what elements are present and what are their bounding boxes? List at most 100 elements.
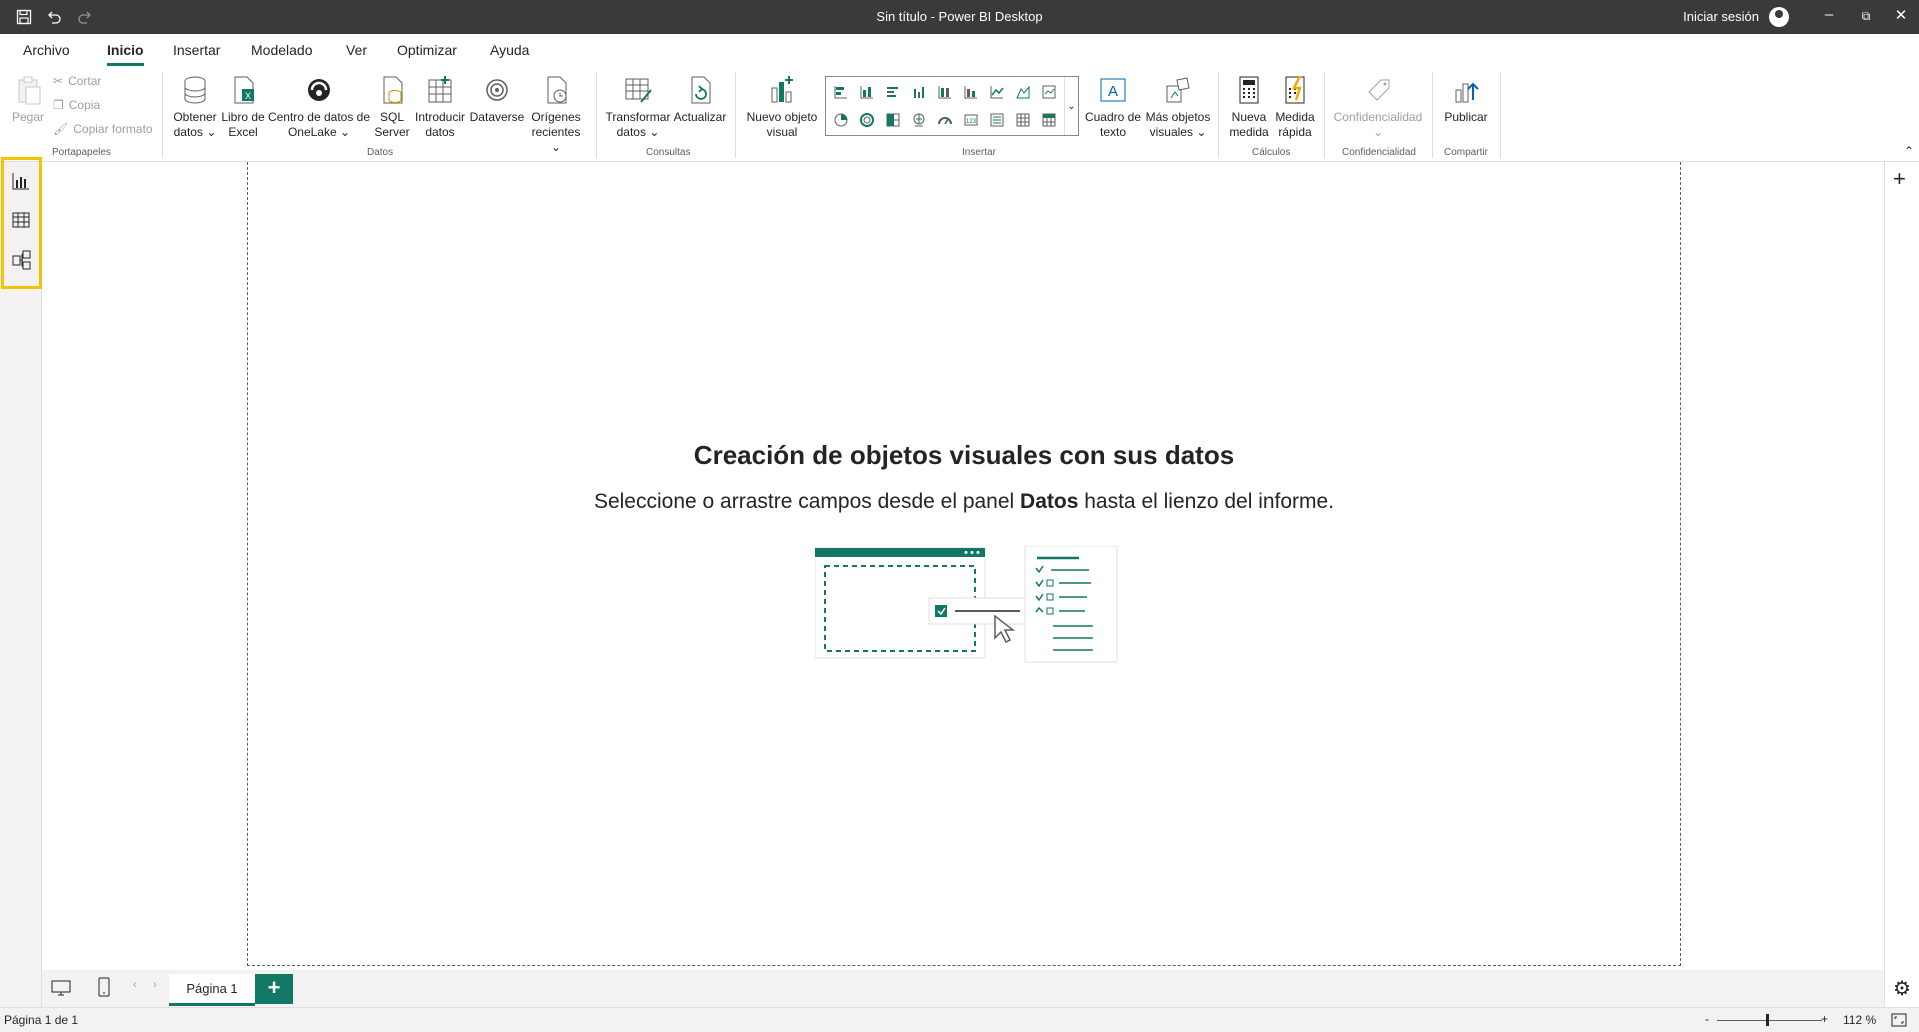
next-page-icon[interactable]: › bbox=[153, 979, 157, 991]
publish-button[interactable]: Publicar bbox=[1438, 74, 1494, 125]
paste-button[interactable]: Pegar bbox=[10, 74, 46, 125]
new-measure-button[interactable]: Nueva medida bbox=[1225, 74, 1273, 140]
report-view-icon[interactable] bbox=[10, 170, 32, 192]
format-painter-label: Copiar formato bbox=[73, 122, 153, 136]
quick-measure-button[interactable]: Medida rápida bbox=[1273, 74, 1317, 140]
new-measure-label-2: medida bbox=[1229, 125, 1269, 139]
enter-data-button[interactable]: Introducir datos bbox=[412, 74, 468, 140]
line-column-chart-icon[interactable] bbox=[1038, 81, 1060, 103]
pie-chart-icon[interactable] bbox=[830, 109, 852, 131]
stacked-bar-chart-icon[interactable] bbox=[830, 81, 852, 103]
excel-icon: X bbox=[234, 76, 254, 104]
ribbon: Pegar ✂ Cortar ❐ Copia 🖌 Copiar formato … bbox=[0, 66, 1919, 162]
minimize-icon[interactable]: – bbox=[1819, 6, 1839, 23]
publish-icon bbox=[1455, 82, 1479, 103]
tab-archivo[interactable]: Archivo bbox=[23, 42, 70, 58]
enter-data-label-1: Introducir bbox=[414, 110, 466, 124]
line-chart-icon[interactable] bbox=[986, 81, 1008, 103]
mobile-layout-icon[interactable] bbox=[98, 977, 110, 997]
gauge-icon[interactable] bbox=[934, 109, 956, 131]
refresh-button[interactable]: Actualizar bbox=[672, 74, 728, 125]
transform-label-1: Transformar bbox=[605, 110, 671, 124]
menu-bar: Archivo Inicio Insertar Modelado Ver Opt… bbox=[0, 34, 1919, 66]
model-view-icon[interactable] bbox=[10, 249, 32, 271]
group-label-confidencialidad: Confidencialidad bbox=[1342, 147, 1416, 158]
fit-to-page-icon[interactable] bbox=[1891, 1012, 1907, 1028]
page-tab[interactable]: Página 1 bbox=[169, 974, 255, 1006]
copy-icon: ❐ bbox=[53, 98, 64, 112]
svg-text:A: A bbox=[1108, 83, 1118, 100]
dataverse-icon bbox=[486, 79, 508, 101]
signin-link[interactable]: Iniciar sesión bbox=[1683, 9, 1759, 24]
tab-optimizar[interactable]: Optimizar bbox=[397, 42, 457, 58]
gallery-expand-icon[interactable]: ⌄ bbox=[1064, 77, 1078, 135]
desktop-layout-icon[interactable] bbox=[51, 979, 71, 997]
100-bar-chart-icon[interactable] bbox=[934, 81, 956, 103]
restore-icon[interactable]: ⧉ bbox=[1856, 9, 1876, 24]
table-visual-icon[interactable] bbox=[1012, 109, 1034, 131]
transform-data-button[interactable]: Transformar datos ⌄ bbox=[604, 74, 672, 140]
tab-ayuda[interactable]: Ayuda bbox=[490, 42, 529, 58]
zoom-out-button[interactable]: - bbox=[1705, 1012, 1709, 1026]
expand-panes-icon[interactable]: + bbox=[1893, 166, 1906, 192]
clustered-column-chart-icon[interactable] bbox=[908, 81, 930, 103]
onelake-icon bbox=[308, 79, 330, 101]
tab-inicio[interactable]: Inicio bbox=[107, 42, 144, 66]
separator bbox=[735, 72, 736, 158]
multirow-card-icon[interactable] bbox=[986, 109, 1008, 131]
add-page-button[interactable]: + bbox=[255, 974, 293, 1004]
zoom-slider-thumb[interactable] bbox=[1766, 1014, 1769, 1026]
area-chart-icon[interactable] bbox=[1012, 81, 1034, 103]
new-visual-button[interactable]: Nuevo objeto visual bbox=[742, 74, 822, 140]
separator bbox=[162, 72, 163, 158]
onelake-button[interactable]: Centro de datos de OneLake ⌄ bbox=[266, 74, 372, 140]
tab-insertar[interactable]: Insertar bbox=[173, 42, 220, 58]
treemap-icon[interactable] bbox=[882, 109, 904, 131]
more-visuals-label-1: Más objetos bbox=[1145, 110, 1211, 124]
sql-server-button[interactable]: SQL Server bbox=[372, 74, 412, 140]
report-canvas[interactable]: Creación de objetos visuales con sus dat… bbox=[247, 162, 1681, 966]
separator bbox=[1324, 72, 1325, 158]
prev-page-icon[interactable]: ‹ bbox=[133, 979, 137, 991]
dataverse-button[interactable]: Dataverse bbox=[468, 74, 526, 125]
page-indicator: Página 1 de 1 bbox=[4, 1013, 79, 1027]
sensitivity-icon bbox=[1368, 79, 1390, 101]
textbox-button[interactable]: A Cuadro de texto bbox=[1082, 74, 1144, 140]
zoom-slider[interactable] bbox=[1717, 1020, 1822, 1021]
tab-ver[interactable]: Ver bbox=[346, 42, 367, 58]
matrix-visual-icon[interactable] bbox=[1038, 109, 1060, 131]
zoom-level: 112 % bbox=[1843, 1013, 1877, 1027]
copy-label: Copia bbox=[68, 98, 101, 112]
collapse-ribbon-icon[interactable]: ⌃ bbox=[1904, 144, 1914, 158]
sensitivity-button[interactable]: Confidencialidad ⌄ bbox=[1330, 74, 1426, 140]
separator bbox=[1500, 72, 1501, 158]
more-visuals-button[interactable]: Más objetos visuales ⌄ bbox=[1144, 74, 1212, 140]
100-column-chart-icon[interactable] bbox=[960, 81, 982, 103]
recent-label-2: recientes bbox=[531, 125, 581, 139]
format-painter-button[interactable]: 🖌 Copiar formato bbox=[53, 122, 153, 136]
donut-chart-icon[interactable] bbox=[856, 109, 878, 131]
map-icon[interactable] bbox=[908, 109, 930, 131]
title-bar: Sin título - Power BI Desktop Iniciar se… bbox=[0, 0, 1919, 34]
table-view-icon[interactable] bbox=[10, 209, 32, 231]
get-data-button[interactable]: Obtener datos ⌄ bbox=[170, 74, 220, 140]
zoom-in-button[interactable]: + bbox=[1821, 1012, 1828, 1026]
clustered-bar-chart-icon[interactable] bbox=[882, 81, 904, 103]
settings-gear-icon[interactable]: ⚙ bbox=[1893, 976, 1911, 1001]
avatar-icon[interactable] bbox=[1769, 7, 1789, 27]
recent-sources-button[interactable]: Orígenes recientes ⌄ bbox=[526, 74, 586, 155]
excel-button[interactable]: X Libro de Excel bbox=[220, 74, 266, 140]
onelake-label-1: Centro de datos de bbox=[267, 110, 371, 124]
stacked-column-chart-icon[interactable] bbox=[856, 81, 878, 103]
group-label-portapapeles: Portapapeles bbox=[52, 147, 111, 158]
copy-button[interactable]: ❐ Copia bbox=[53, 98, 100, 112]
cut-button[interactable]: ✂ Cortar bbox=[53, 74, 101, 88]
new-visual-label-2: visual bbox=[766, 125, 798, 139]
new-visual-icon bbox=[771, 76, 793, 103]
tab-modelado[interactable]: Modelado bbox=[251, 42, 313, 58]
empty-sub-text-1: Seleccione o arrastre campos desde el pa… bbox=[593, 490, 1021, 513]
group-label-insertar: Insertar bbox=[962, 147, 996, 158]
visual-gallery[interactable]: 123 ⌄ bbox=[825, 76, 1079, 136]
card-icon[interactable]: 123 bbox=[960, 109, 982, 131]
close-icon[interactable]: ✕ bbox=[1891, 6, 1911, 24]
